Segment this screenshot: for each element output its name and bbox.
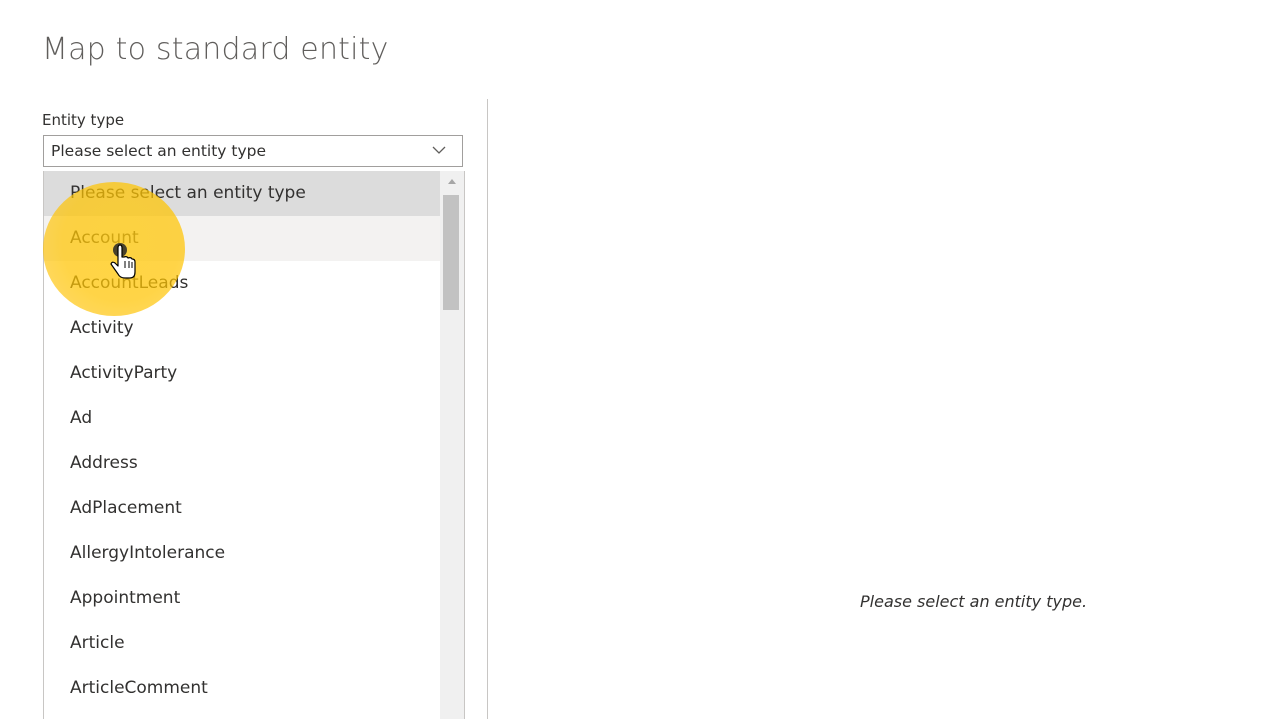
option-allergyintolerance[interactable]: AllergyIntolerance xyxy=(44,531,440,576)
entity-type-select[interactable]: Please select an entity type xyxy=(43,135,463,167)
option-activity[interactable]: Activity xyxy=(44,306,440,351)
panel-divider xyxy=(487,99,488,719)
option-appointment[interactable]: Appointment xyxy=(44,576,440,621)
option-article[interactable]: Article xyxy=(44,621,440,666)
option-accountleads[interactable]: AccountLeads xyxy=(44,261,440,306)
page-title: Map to standard entity xyxy=(42,32,389,67)
entity-type-label: Entity type xyxy=(42,111,125,129)
option-ad[interactable]: Ad xyxy=(44,396,440,441)
dropdown-scrollbar[interactable] xyxy=(440,171,464,719)
scrollbar-thumb[interactable] xyxy=(443,195,459,310)
entity-type-options: Please select an entity type Account Acc… xyxy=(44,171,440,711)
option-account[interactable]: Account xyxy=(44,216,440,261)
option-articlecomment[interactable]: ArticleComment xyxy=(44,666,440,711)
map-to-standard-entity-page: Map to standard entity Entity type Pleas… xyxy=(0,0,1280,719)
option-please-select[interactable]: Please select an entity type xyxy=(44,171,440,216)
chevron-down-icon xyxy=(432,146,446,154)
empty-details-message: Please select an entity type. xyxy=(860,592,1088,611)
option-adplacement[interactable]: AdPlacement xyxy=(44,486,440,531)
option-address[interactable]: Address xyxy=(44,441,440,486)
option-activityparty[interactable]: ActivityParty xyxy=(44,351,440,396)
entity-type-selected-value: Please select an entity type xyxy=(51,142,267,160)
entity-type-dropdown-list[interactable]: Please select an entity type Account Acc… xyxy=(43,171,465,719)
scroll-up-arrow-icon[interactable] xyxy=(448,179,456,184)
